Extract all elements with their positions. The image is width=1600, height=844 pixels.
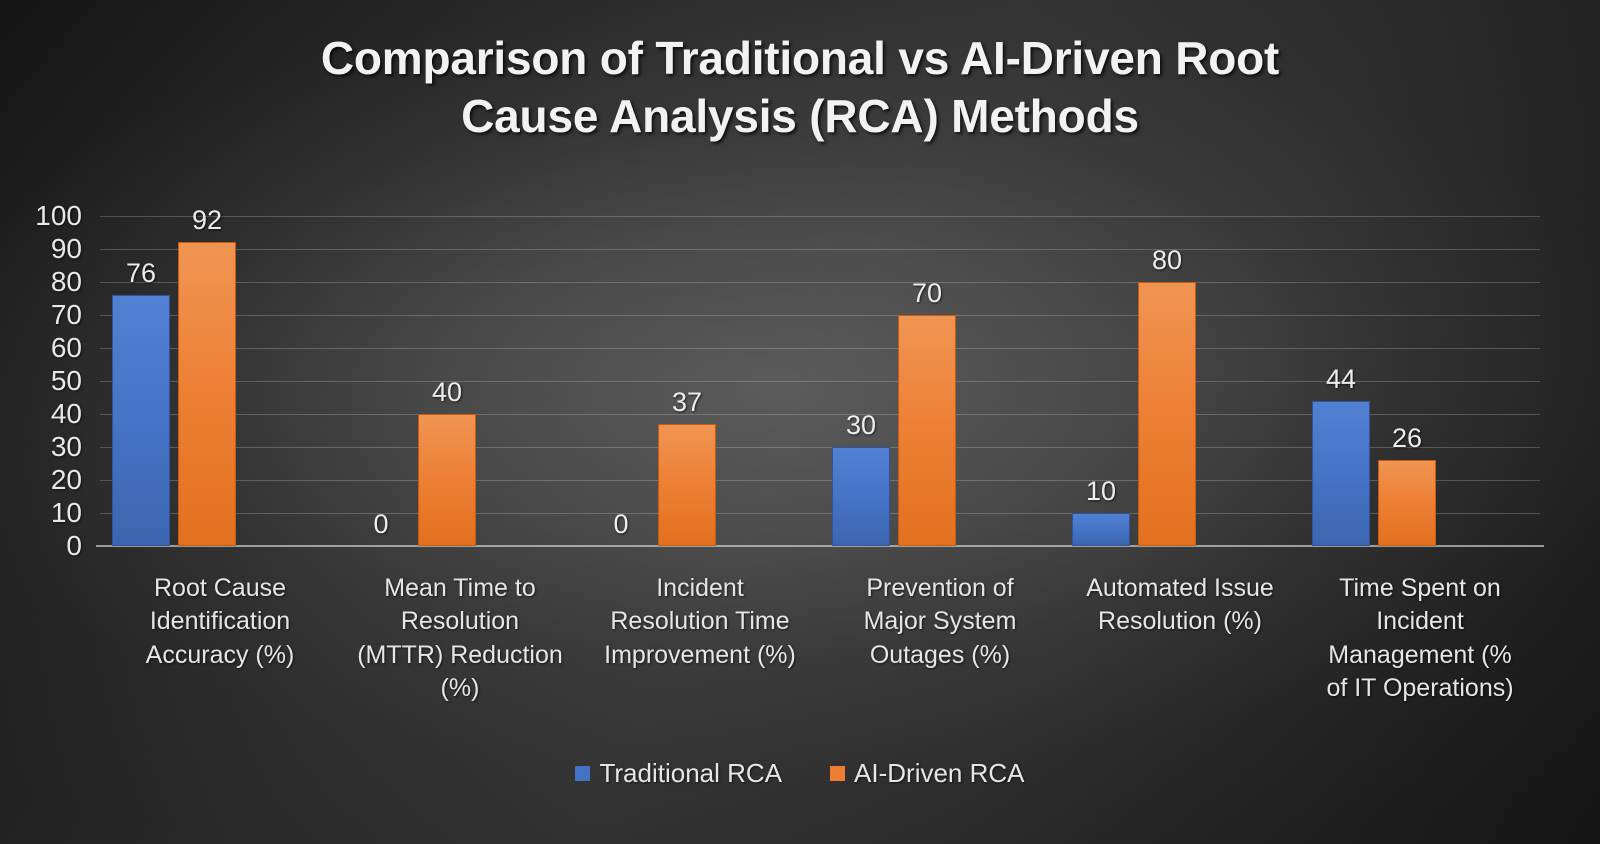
- legend-label: AI-Driven RCA: [854, 758, 1025, 788]
- category-label-line: Incident: [656, 574, 744, 602]
- y-axis-tick-label: 30: [50, 431, 82, 462]
- x-axis-category-label: Time Spent on Incident Management (% of IT …: [1300, 572, 1540, 705]
- bar-value-label: 40: [431, 377, 463, 407]
- bar-value-label: 26: [1391, 423, 1423, 454]
- category-label-line: (%): [440, 673, 480, 702]
- chart-title-line-1: Comparison of Traditional vs AI-Driven R…: [320, 32, 1280, 84]
- bar-value-label: 0: [373, 509, 389, 539]
- bars-layer: 76 92 0 40 0 37 30 70 10 80 44 26: [100, 207, 1540, 546]
- bar-value-label: 37: [671, 386, 703, 417]
- y-axis-tick-label: 40: [50, 398, 82, 429]
- x-axis-category-label: Automated Issue Resolution (%): [1060, 572, 1300, 639]
- x-axis-category-label: Root Cause Identification Accuracy (%): [100, 572, 340, 672]
- x-axis-category-labels: Root Cause Identification Accuracy (%) Mean…: [100, 572, 1540, 742]
- x-axis-category-label: Incident Resolution Time Improvement (%): [580, 572, 820, 672]
- legend-item[interactable]: Traditional RCA: [575, 760, 782, 786]
- bar[interactable]: [178, 242, 236, 546]
- category-label-line: Incident: [1376, 607, 1464, 636]
- y-axis: 100 90 80 70 60 50 40 30 20 10 0: [0, 202, 90, 560]
- category-label-line: Resolution Time: [610, 607, 790, 636]
- category-label-line: Resolution (%): [1098, 607, 1262, 636]
- chart-title-line-2: Cause Analysis (RCA) Methods: [461, 89, 1139, 142]
- y-axis-tick-label: 70: [50, 299, 82, 330]
- chart-title: Comparison of Traditional vs AI-Driven R…: [170, 30, 1430, 146]
- category-label-line: Root Cause: [153, 574, 287, 602]
- y-axis-tick-label: 50: [50, 365, 82, 396]
- bar-group: 44 26: [1300, 216, 1540, 546]
- bar-value-label: 70: [911, 278, 943, 308]
- category-label-line: of IT Operations): [1326, 673, 1514, 702]
- y-axis-tick-label: 0: [66, 530, 82, 561]
- x-axis-category-label: Mean Time to Resolution (MTTR) Reduction (%…: [340, 572, 580, 705]
- bar-group: 30 70: [820, 216, 1060, 546]
- bar-value-label: 30: [845, 410, 877, 440]
- bar-value-label: 44: [1325, 363, 1357, 394]
- category-label-line: Automated Issue: [1086, 574, 1274, 602]
- x-axis-category-label: Prevention of Major System Outages (%): [820, 572, 1060, 672]
- bar-group: 76 92: [100, 207, 340, 546]
- bar-group: 10 80: [1060, 216, 1300, 546]
- bar[interactable]: [658, 423, 716, 546]
- bar[interactable]: [832, 447, 890, 546]
- category-label-line: Resolution: [400, 607, 520, 636]
- chart-legend: Traditional RCA AI-Driven RCA: [0, 760, 1600, 786]
- y-axis-tick-label: 80: [50, 266, 82, 297]
- category-label-line: Outages (%): [869, 640, 1011, 669]
- y-axis-tick-label: 90: [50, 233, 82, 264]
- bar[interactable]: [418, 414, 476, 546]
- bar[interactable]: [1138, 282, 1196, 546]
- bar[interactable]: [898, 315, 956, 546]
- category-label-line: Management (%: [1328, 640, 1512, 669]
- y-axis-tick-label: 60: [50, 332, 82, 363]
- category-label-line: Time Spent on: [1339, 574, 1501, 602]
- category-label-line: Identification: [149, 607, 291, 636]
- legend-color-swatch: [830, 765, 846, 781]
- category-label-line: Mean Time to: [384, 574, 536, 602]
- y-axis-tick-label: 100: [35, 200, 82, 231]
- bar[interactable]: [1072, 513, 1130, 546]
- bar-value-label: 0: [613, 509, 629, 539]
- legend-color-swatch: [575, 765, 591, 781]
- bar[interactable]: [112, 295, 170, 546]
- bar[interactable]: [1378, 460, 1436, 546]
- legend-item[interactable]: AI-Driven RCA: [830, 758, 1025, 788]
- bar[interactable]: [1312, 400, 1370, 546]
- chart-container: Comparison of Traditional vs AI-Driven R…: [0, 0, 1600, 844]
- category-label-line: Major System: [863, 607, 1017, 636]
- bar-value-label: 80: [1151, 245, 1183, 275]
- category-label-line: Improvement (%): [604, 640, 796, 669]
- y-axis-tick-label: 10: [50, 497, 82, 528]
- legend-label: Traditional RCA: [599, 758, 783, 788]
- bar-value-label: 76: [125, 258, 157, 289]
- bar-group: 0 40: [340, 216, 580, 546]
- bar-value-label: 92: [191, 205, 223, 236]
- category-label-line: Prevention of: [866, 574, 1014, 602]
- bar-value-label: 10: [1085, 476, 1117, 506]
- y-axis-tick-label: 20: [50, 464, 82, 495]
- category-label-line: Accuracy (%): [145, 640, 295, 669]
- category-label-line: (MTTR) Reduction: [357, 640, 563, 669]
- bar-group: 0 37: [580, 216, 820, 546]
